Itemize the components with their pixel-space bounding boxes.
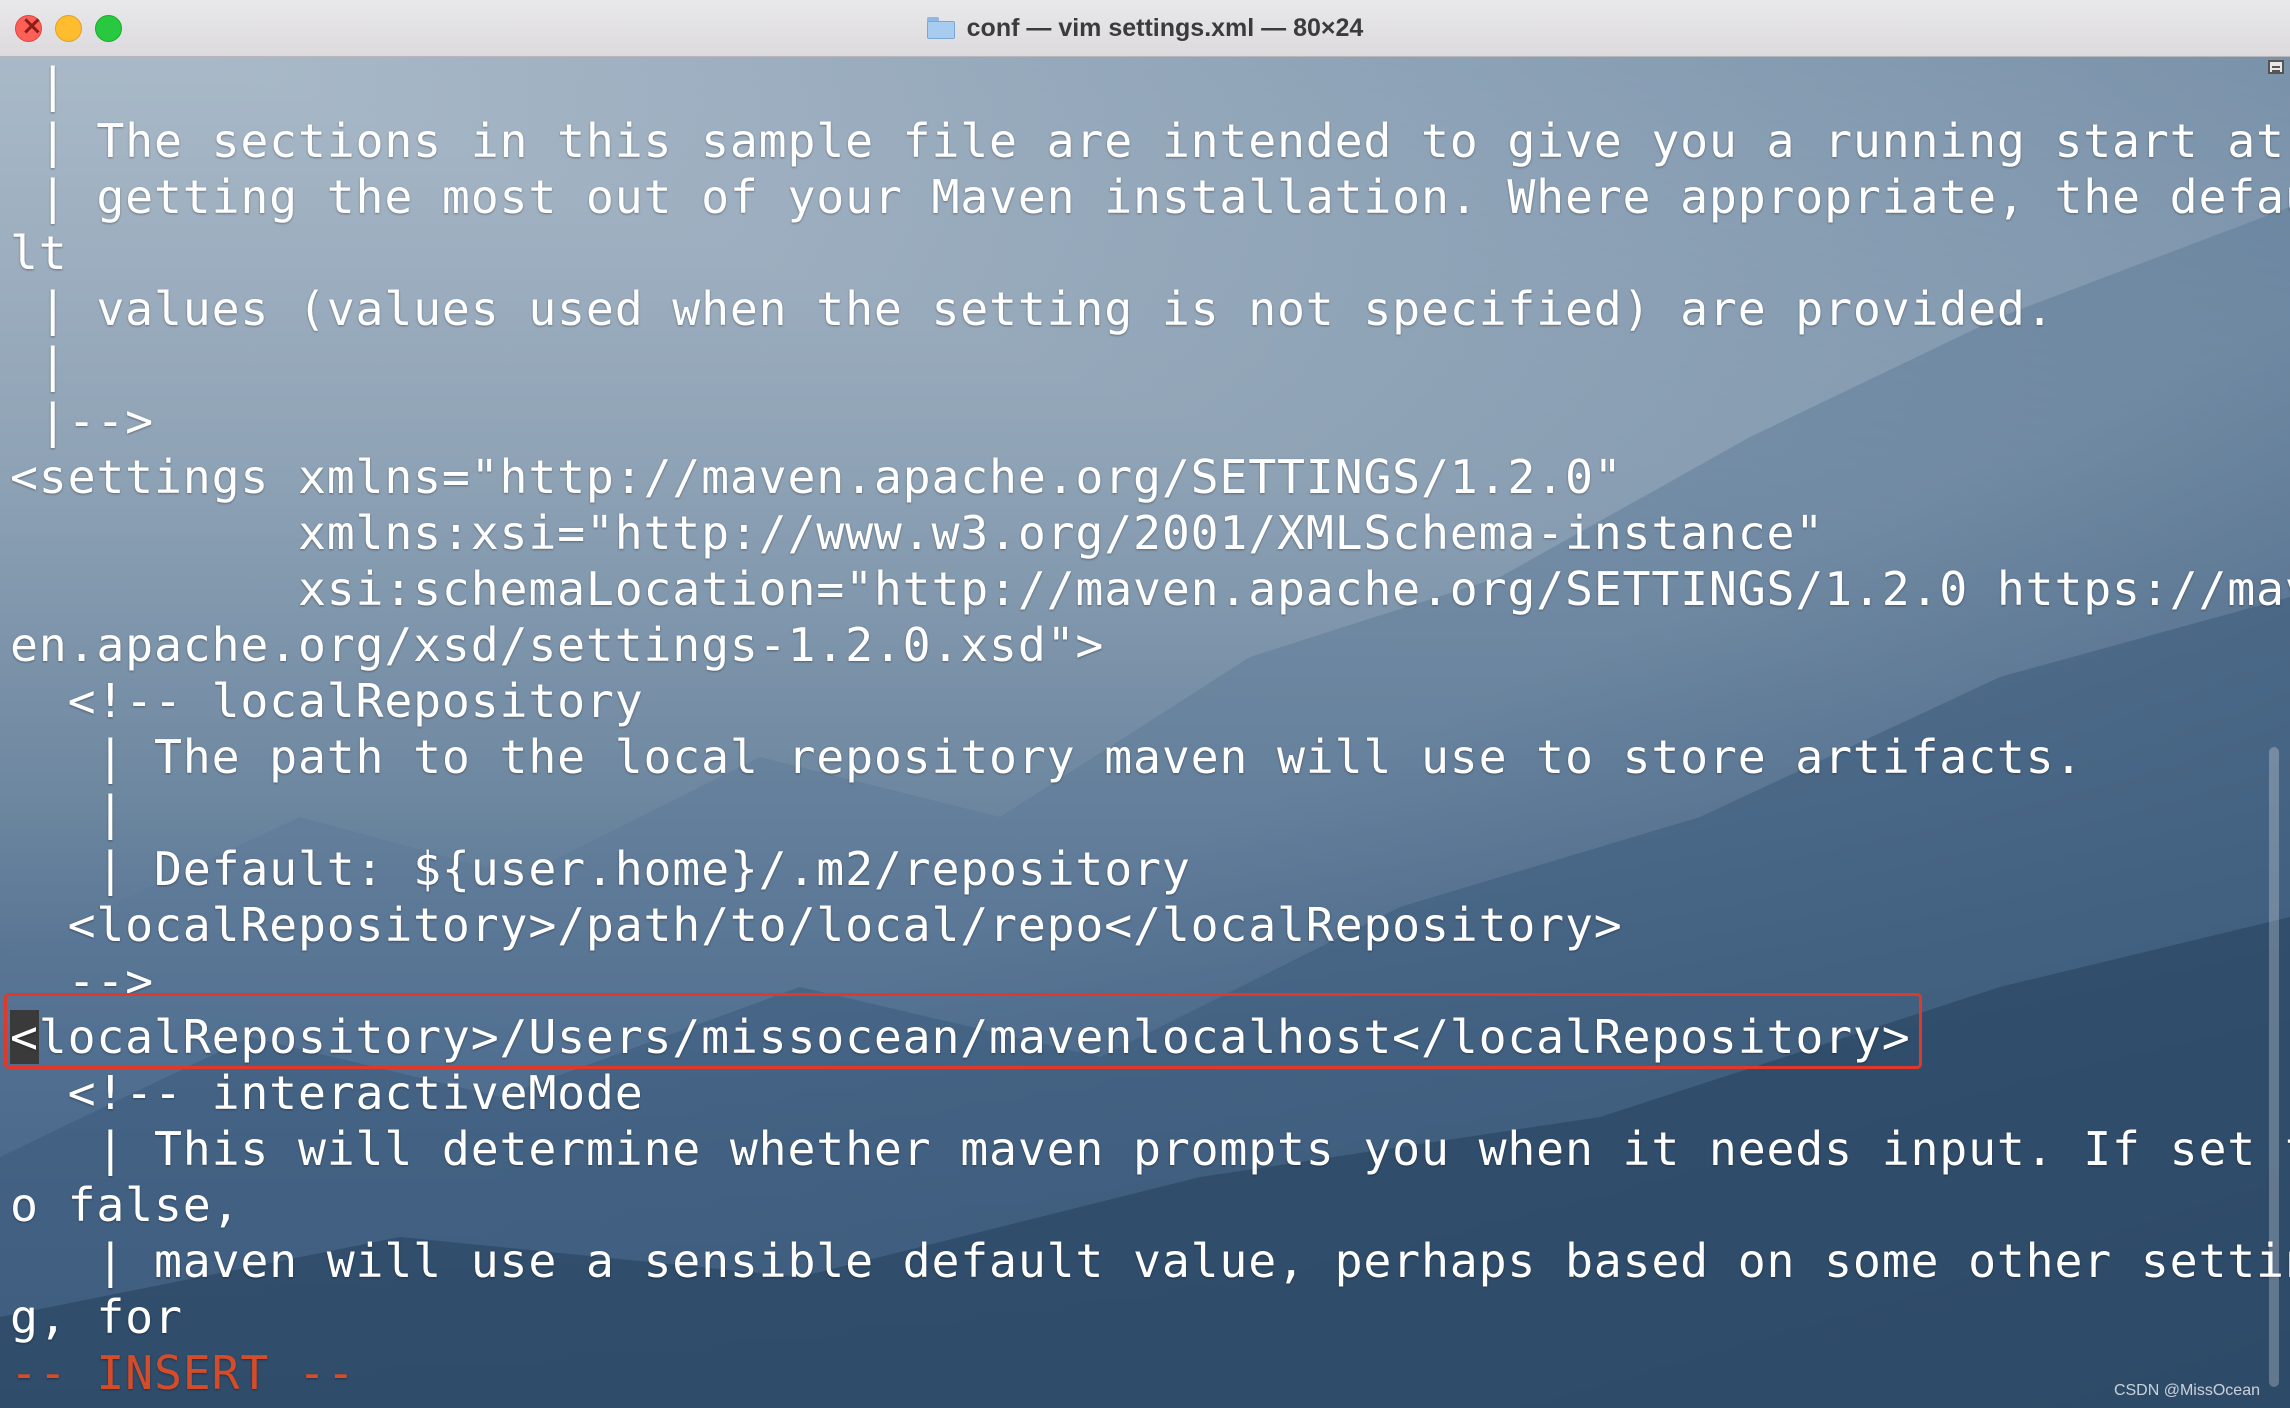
folder-icon: [926, 17, 955, 39]
highlight-annotation-box: [4, 993, 1922, 1069]
terminal-window: conf — vim settings.xml — 80×24 | | The …: [0, 0, 2290, 1408]
vim-buffer[interactable]: | | The sections in this sample file are…: [10, 57, 2290, 1401]
title-wrap: conf — vim settings.xml — 80×24: [0, 0, 2290, 56]
scrollbar[interactable]: [2260, 57, 2290, 1408]
window-title: conf — vim settings.xml — 80×24: [966, 13, 1364, 42]
terminal-content[interactable]: | | The sections in this sample file are…: [0, 57, 2290, 1408]
code-line: | values (values used when the setting i…: [10, 282, 2055, 336]
code-line: | The sections in this sample file are i…: [10, 114, 2285, 168]
title-bar[interactable]: conf — vim settings.xml — 80×24: [0, 0, 2290, 57]
code-line: o false,: [10, 1178, 241, 1232]
vim-mode-indicator: -- INSERT --: [10, 1346, 356, 1400]
watermark: CSDN @MissOcean: [2113, 1382, 2260, 1399]
code-line: <localRepository>/path/to/local/repo</lo…: [10, 898, 1623, 952]
code-line: xmlns:xsi="http://www.w3.org/2001/XMLSch…: [10, 506, 1825, 560]
code-line: | Default: ${user.home}/.m2/repository: [10, 842, 1191, 896]
code-line: <!-- interactiveMode: [10, 1066, 644, 1120]
code-line: | This will determine whether maven prom…: [10, 1122, 2290, 1176]
code-line: | getting the most out of your Maven ins…: [10, 170, 2290, 224]
code-line: lt: [10, 226, 68, 280]
code-line: <!-- localRepository: [10, 674, 644, 728]
code-line: | maven will use a sensible default valu…: [10, 1234, 2290, 1288]
code-line: xsi:schemaLocation="http://maven.apache.…: [10, 562, 2290, 616]
code-line: g, for: [10, 1290, 183, 1344]
code-line: en.apache.org/xsd/settings-1.2.0.xsd">: [10, 618, 1105, 672]
code-line: | The path to the local repository maven…: [10, 730, 2084, 784]
code-line: |: [10, 58, 68, 112]
code-line: |: [10, 786, 126, 840]
code-line: |: [10, 338, 68, 392]
scroll-overview-icon[interactable]: [2268, 60, 2284, 74]
scrollbar-thumb[interactable]: [2269, 747, 2279, 1387]
code-line: |-->: [10, 394, 154, 448]
code-line: <settings xmlns="http://maven.apache.org…: [10, 450, 1623, 504]
